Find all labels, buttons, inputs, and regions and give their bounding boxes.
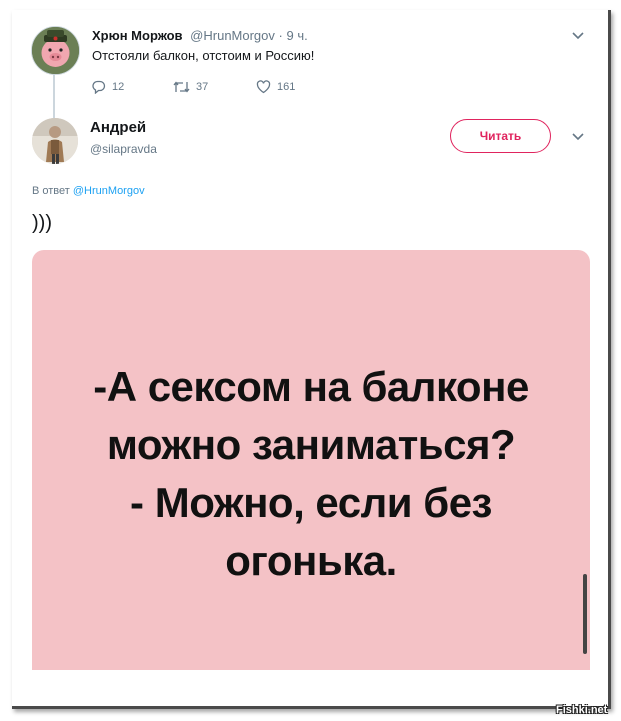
reply-icon	[92, 80, 106, 94]
user-photo-icon	[32, 118, 78, 164]
follow-button[interactable]: Читать	[450, 119, 551, 153]
tweet-screenshot-frame: Хрюн Моржов @HrunMorgov · 9 ч. Отстояли …	[12, 10, 611, 709]
image-line: -А сексом на балконе	[93, 363, 529, 410]
original-author-name[interactable]: Хрюн Моржов	[92, 28, 183, 43]
image-caption: -А сексом на балконе можно заниматься? -…	[32, 358, 590, 590]
original-author-handle[interactable]: @HrunMorgov	[190, 28, 275, 43]
retweet-icon	[173, 81, 190, 93]
reply-author-name[interactable]: Андрей	[90, 119, 146, 136]
reply-to-mention[interactable]: @HrunMorgov	[73, 185, 145, 197]
avatar-hrun[interactable]	[31, 26, 80, 75]
image-line: огонька.	[225, 537, 397, 584]
thread-connector	[53, 74, 55, 120]
pig-avatar-icon	[32, 27, 79, 74]
reply-context: В ответ @HrunMorgov	[32, 185, 145, 197]
image-line: - Можно, если без	[130, 479, 492, 526]
like-action[interactable]: 161	[256, 80, 295, 94]
attached-image[interactable]: -А сексом на балконе можно заниматься? -…	[32, 250, 590, 670]
reply-to-prefix: В ответ	[32, 185, 70, 197]
heart-icon	[256, 80, 271, 94]
reply-tweet-text: )))	[32, 212, 52, 234]
watermark: Fishki.net	[556, 704, 608, 716]
avatar-andrey[interactable]	[32, 118, 78, 164]
original-tweet-text: Отстояли балкон, отстоим и Россию!	[92, 48, 315, 63]
image-line: можно заниматься?	[106, 421, 516, 468]
chevron-down-icon[interactable]	[571, 31, 585, 41]
chevron-down-icon[interactable]	[571, 132, 585, 142]
original-tweet-header: Хрюн Моржов @HrunMorgov · 9 ч.	[92, 28, 308, 43]
reply-action[interactable]: 12	[92, 80, 124, 94]
retweet-action[interactable]: 37	[173, 80, 208, 94]
original-tweet-time[interactable]: · 9 ч.	[279, 28, 308, 43]
original-tweet-actions: 12 37 161	[92, 80, 352, 98]
like-count: 161	[277, 81, 296, 93]
reply-count: 12	[112, 81, 125, 93]
retweet-count: 37	[196, 81, 209, 93]
scrollbar-thumb[interactable]	[583, 574, 587, 654]
reply-author-handle[interactable]: @silapravda	[90, 142, 157, 156]
